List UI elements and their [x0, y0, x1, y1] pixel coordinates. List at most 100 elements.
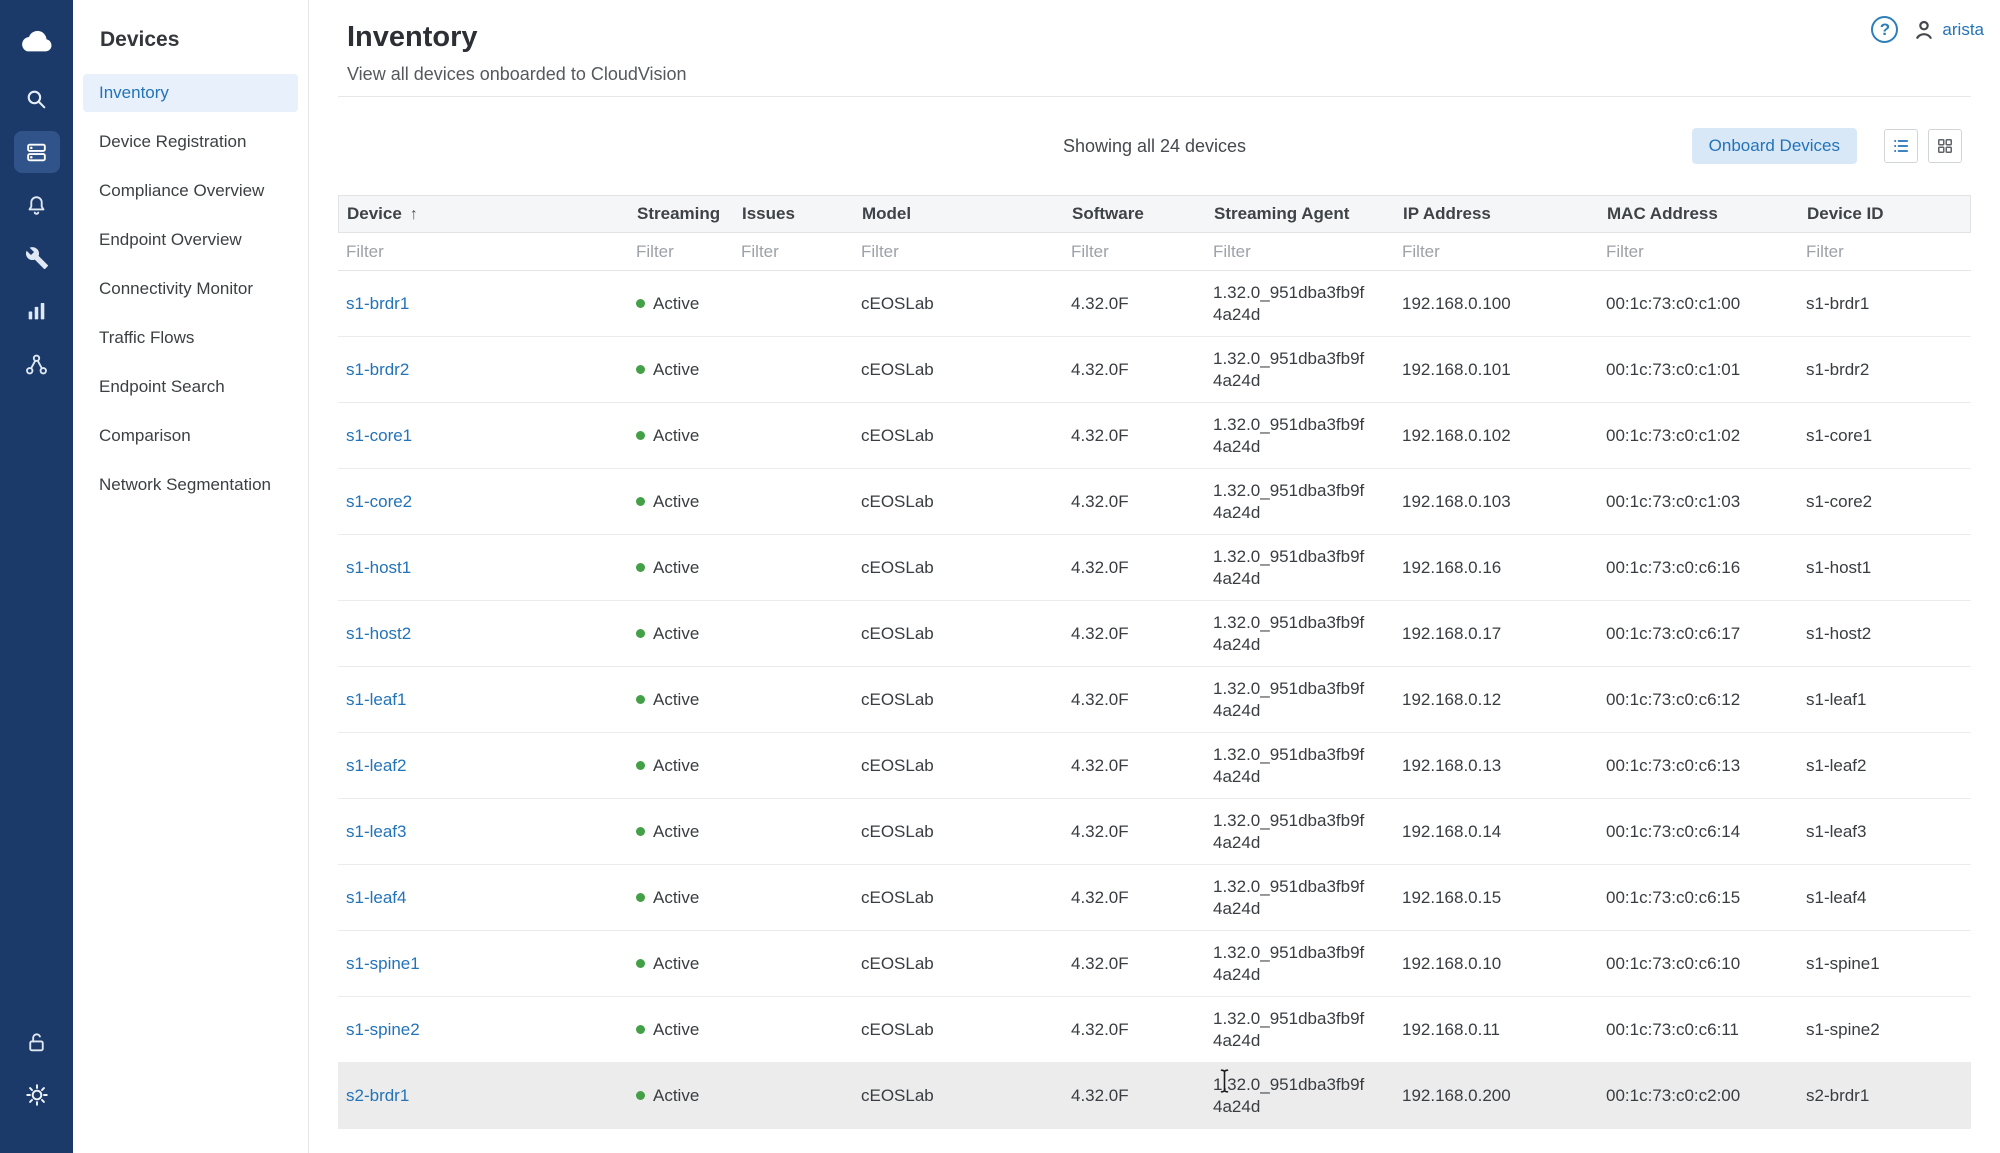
lock-icon[interactable]	[14, 1021, 60, 1063]
onboard-devices-button[interactable]: Onboard Devices	[1692, 128, 1857, 164]
list-view-button[interactable]	[1884, 129, 1918, 163]
device-link[interactable]: s1-host1	[346, 558, 411, 577]
dashboards-icon[interactable]	[14, 290, 60, 332]
streaming-status-label: Active	[653, 492, 699, 511]
streaming-status-label: Active	[653, 624, 699, 643]
table-row[interactable]: s1-spine1 Active cEOSLab 4.32.0F 1.32.0_…	[338, 931, 1971, 997]
agent-line-1: 1.32.0_951dba3fb9f	[1213, 612, 1394, 634]
sidebar: Devices InventoryDevice RegistrationComp…	[73, 0, 309, 1153]
model-cell: cEOSLab	[853, 624, 1063, 644]
column-header-ip-address[interactable]: IP Address	[1395, 204, 1599, 224]
filter-input-issues[interactable]: Filter	[733, 242, 853, 262]
table-row[interactable]: s1-host2 Active cEOSLab 4.32.0F 1.32.0_9…	[338, 601, 1971, 667]
sidebar-item-device-registration[interactable]: Device Registration	[83, 123, 298, 161]
arista-logo[interactable]	[13, 18, 61, 64]
sidebar-item-endpoint-search[interactable]: Endpoint Search	[83, 368, 298, 406]
device-link[interactable]: s1-host2	[346, 624, 411, 643]
column-header-label: Device ID	[1807, 204, 1884, 223]
column-header-streaming[interactable]: Streaming	[629, 204, 734, 224]
table-row[interactable]: s1-leaf1 Active cEOSLab 4.32.0F 1.32.0_9…	[338, 667, 1971, 733]
table-row[interactable]: s1-leaf3 Active cEOSLab 4.32.0F 1.32.0_9…	[338, 799, 1971, 865]
streaming-status-label: Active	[653, 888, 699, 907]
table-row[interactable]: s1-brdr2 Active cEOSLab 4.32.0F 1.32.0_9…	[338, 337, 1971, 403]
column-header-streaming-agent[interactable]: Streaming Agent	[1206, 204, 1395, 224]
device-link[interactable]: s1-spine2	[346, 1020, 420, 1039]
filter-input-streaming[interactable]: Filter	[628, 242, 733, 262]
filter-input-model[interactable]: Filter	[853, 242, 1063, 262]
streaming-cell: Active	[628, 888, 733, 908]
agent-line-1: 1.32.0_951dba3fb9f	[1213, 546, 1394, 568]
device-link[interactable]: s1-leaf2	[346, 756, 406, 775]
table-row[interactable]: s1-core1 Active cEOSLab 4.32.0F 1.32.0_9…	[338, 403, 1971, 469]
streaming-cell: Active	[628, 1020, 733, 1040]
column-header-software[interactable]: Software	[1064, 204, 1206, 224]
device-link[interactable]: s2-brdr1	[346, 1086, 409, 1105]
provisioning-icon[interactable]	[14, 237, 60, 279]
device-link[interactable]: s1-brdr1	[346, 294, 409, 313]
help-icon[interactable]: ?	[1871, 16, 1898, 43]
device-link[interactable]: s1-leaf4	[346, 888, 406, 907]
filter-input-device[interactable]: Filter	[338, 242, 628, 262]
device-link[interactable]: s1-leaf3	[346, 822, 406, 841]
sidebar-item-endpoint-overview[interactable]: Endpoint Overview	[83, 221, 298, 259]
filter-input-ip-address[interactable]: Filter	[1394, 242, 1598, 262]
sidebar-item-compliance-overview[interactable]: Compliance Overview	[83, 172, 298, 210]
device-id-cell: s1-leaf2	[1798, 756, 1971, 776]
device-link[interactable]: s1-brdr2	[346, 360, 409, 379]
device-id-cell: s1-brdr1	[1798, 294, 1971, 314]
grid-view-button[interactable]	[1928, 129, 1962, 163]
filter-input-software[interactable]: Filter	[1063, 242, 1205, 262]
software-cell: 4.32.0F	[1063, 558, 1205, 578]
table-row[interactable]: s2-brdr1 Active cEOSLab 4.32.0F 1.32.0_9…	[338, 1063, 1971, 1129]
sidebar-item-connectivity-monitor[interactable]: Connectivity Monitor	[83, 270, 298, 308]
device-link[interactable]: s1-core1	[346, 426, 412, 445]
agent-line-1: 1.32.0_951dba3fb9f	[1213, 744, 1394, 766]
streaming-agent-cell: 1.32.0_951dba3fb9f 4a24d	[1205, 678, 1394, 722]
device-link[interactable]: s1-core2	[346, 492, 412, 511]
mac-cell: 00:1c:73:c0:c1:01	[1598, 360, 1798, 380]
streaming-active-dot	[636, 1091, 645, 1100]
events-icon[interactable]	[14, 184, 60, 226]
sidebar-item-comparison[interactable]: Comparison	[83, 417, 298, 455]
table-row[interactable]: s1-leaf2 Active cEOSLab 4.32.0F 1.32.0_9…	[338, 733, 1971, 799]
user-menu[interactable]: arista	[1911, 17, 1984, 43]
agent-line-2: 4a24d	[1213, 634, 1394, 656]
rail-bottom-group	[14, 1021, 60, 1153]
column-header-device-id[interactable]: Device ID	[1799, 204, 1972, 224]
agent-line-1: 1.32.0_951dba3fb9f	[1213, 1008, 1394, 1030]
table-row[interactable]: s1-spine2 Active cEOSLab 4.32.0F 1.32.0_…	[338, 997, 1971, 1063]
streaming-active-dot	[636, 431, 645, 440]
sidebar-item-traffic-flows[interactable]: Traffic Flows	[83, 319, 298, 357]
settings-icon[interactable]	[14, 1074, 60, 1116]
column-header-issues[interactable]: Issues	[734, 204, 854, 224]
device-link[interactable]: s1-spine1	[346, 954, 420, 973]
search-icon[interactable]	[14, 78, 60, 120]
device-cell: s1-leaf3	[338, 822, 628, 842]
software-cell: 4.32.0F	[1063, 1020, 1205, 1040]
devices-icon[interactable]	[14, 131, 60, 173]
streaming-active-dot	[636, 629, 645, 638]
sidebar-item-inventory[interactable]: Inventory	[83, 74, 298, 112]
topology-icon[interactable]	[14, 343, 60, 385]
streaming-cell: Active	[628, 294, 733, 314]
column-header-device[interactable]: Device↑	[339, 204, 629, 224]
table-row-partial[interactable]: 1.32.0_951dba3fb9f	[338, 1129, 1971, 1153]
column-header-label: IP Address	[1403, 204, 1491, 223]
sidebar-item-network-segmentation[interactable]: Network Segmentation	[83, 466, 298, 504]
streaming-status-label: Active	[653, 690, 699, 709]
table-row[interactable]: s1-leaf4 Active cEOSLab 4.32.0F 1.32.0_9…	[338, 865, 1971, 931]
table-row[interactable]: s1-core2 Active cEOSLab 4.32.0F 1.32.0_9…	[338, 469, 1971, 535]
table-header-row: Device↑StreamingIssuesModelSoftwareStrea…	[338, 195, 1971, 233]
model-cell: cEOSLab	[853, 690, 1063, 710]
filter-input-streaming-agent[interactable]: Filter	[1205, 242, 1394, 262]
user-icon	[1911, 17, 1937, 43]
column-header-mac-address[interactable]: MAC Address	[1599, 204, 1799, 224]
filter-input-device-id[interactable]: Filter	[1798, 242, 1971, 262]
table-row[interactable]: s1-brdr1 Active cEOSLab 4.32.0F 1.32.0_9…	[338, 271, 1971, 337]
device-link[interactable]: s1-leaf1	[346, 690, 406, 709]
agent-line-1: 1.32.0_951dba3fb9f	[1213, 810, 1394, 832]
table-row[interactable]: s1-host1 Active cEOSLab 4.32.0F 1.32.0_9…	[338, 535, 1971, 601]
filter-input-mac-address[interactable]: Filter	[1598, 242, 1798, 262]
column-header-model[interactable]: Model	[854, 204, 1064, 224]
agent-line-2: 4a24d	[1213, 766, 1394, 788]
